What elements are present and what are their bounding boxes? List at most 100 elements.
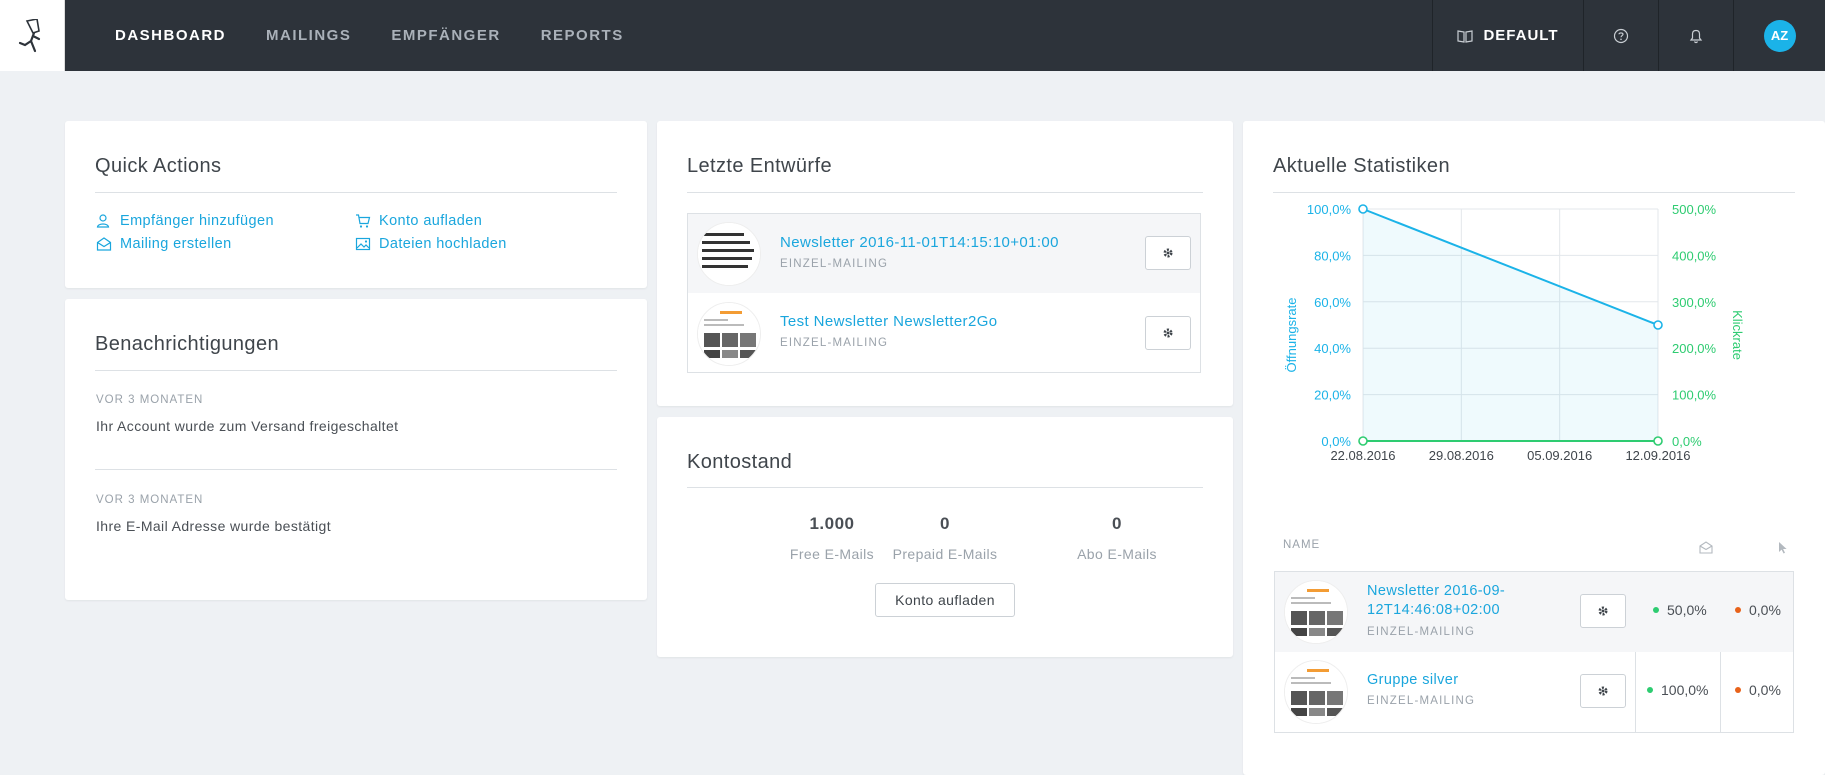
runner-logo-icon <box>18 18 41 52</box>
newsletter-thumbnail <box>697 302 761 366</box>
upload-files-link[interactable]: Dateien hochladen <box>355 236 507 252</box>
open-rate-value: 50,0% <box>1667 602 1707 618</box>
logo[interactable] <box>0 0 65 71</box>
divider <box>95 192 617 193</box>
newsletter-preview-icon <box>1285 661 1347 723</box>
data-point <box>1358 204 1368 214</box>
user-menu[interactable]: AZ <box>1733 0 1825 71</box>
data-point <box>1653 436 1663 446</box>
y-tick-label-left: 60,0% <box>1314 295 1351 310</box>
green-dot-icon <box>1653 607 1659 613</box>
gear-icon <box>1598 606 1608 616</box>
y-tick-label-left: 20,0% <box>1314 388 1351 403</box>
drafts-list: Newsletter 2016-11-01T14:15:10+01:00 EIN… <box>687 213 1201 373</box>
notifications-title: Benachrichtigungen <box>95 333 279 355</box>
workspace-label: DEFAULT <box>1483 27 1559 44</box>
abo-emails-value: 0 <box>1112 514 1122 533</box>
upload-files-label: Dateien hochladen <box>379 236 507 252</box>
nav-reports[interactable]: REPORTS <box>541 27 624 44</box>
quick-actions-title: Quick Actions <box>95 155 222 177</box>
y-axis-label-left: Öffnungsrate <box>1284 298 1299 373</box>
table-row[interactable]: Newsletter 2016-09-12T14:46:08+02:00 EIN… <box>1275 572 1793 652</box>
workspace-selector[interactable]: DEFAULT <box>1432 0 1583 71</box>
gear-icon <box>1598 686 1608 696</box>
green-dot-icon <box>1647 687 1653 693</box>
topup-button[interactable]: Konto aufladen <box>875 583 1015 617</box>
x-tick-label: 29.08.2016 <box>1429 448 1494 463</box>
mailing-type: EINZEL-MAILING <box>1367 695 1476 707</box>
envelope-open-icon <box>1699 541 1713 554</box>
nav-empfaenger[interactable]: EMPFÄNGER <box>391 27 500 44</box>
y-tick-label-left: 100,0% <box>1307 202 1352 217</box>
create-mailing-link[interactable]: Mailing erstellen <box>96 236 232 252</box>
x-tick-label: 22.08.2016 <box>1330 448 1395 463</box>
nav-right: DEFAULT AZ <box>1432 0 1825 71</box>
abo-emails-label: Abo E-Mails <box>1077 546 1157 562</box>
click-rate-value: 0,0% <box>1749 682 1781 698</box>
draft-title-link[interactable]: Newsletter 2016-11-01T14:15:10+01:00 <box>780 234 1059 251</box>
y-tick-label-right: 100,0% <box>1672 388 1717 403</box>
table-header-name: NAME <box>1283 539 1321 551</box>
nav-dashboard[interactable]: DASHBOARD <box>115 27 226 44</box>
click-rate: 0,0% <box>1735 602 1781 618</box>
x-tick-label: 05.09.2016 <box>1527 448 1592 463</box>
bell-icon <box>1689 29 1703 43</box>
user-add-icon <box>96 214 110 228</box>
gear-icon <box>1163 248 1173 258</box>
divider <box>95 370 617 371</box>
notifications-button[interactable] <box>1658 0 1733 71</box>
draft-settings-button[interactable] <box>1145 236 1191 270</box>
statistics-chart: 0,0% 20,0% 40,0% 60,0% 80,0% 100,0% 0,0% 100,0%… <box>1284 202 1745 463</box>
add-recipient-link[interactable]: Empfänger hinzufügen <box>96 213 274 229</box>
envelope-open-icon <box>96 237 112 251</box>
x-tick-label: 12.09.2016 <box>1625 448 1690 463</box>
avatar: AZ <box>1763 19 1796 52</box>
image-icon <box>355 237 371 251</box>
mailing-title-link[interactable]: Newsletter 2016-09-12T14:46:08+02:00 <box>1367 582 1567 620</box>
open-rate: 50,0% <box>1653 602 1707 618</box>
newsletter-preview-icon <box>698 303 760 365</box>
y-tick-label-left: 80,0% <box>1314 248 1351 263</box>
draft-type: EINZEL-MAILING <box>780 337 889 349</box>
mailing-settings-button[interactable] <box>1580 594 1626 628</box>
notification-time: VOR 3 MONATEN <box>96 494 204 506</box>
open-rate: 100,0% <box>1647 682 1708 698</box>
orange-dot-icon <box>1735 607 1741 613</box>
newsletter-thumbnail <box>1284 660 1348 724</box>
drafts-card: Letzte Entwürfe Newsletter 2016-11-01T14… <box>657 121 1233 406</box>
main-menu: DASHBOARD MAILINGS EMPFÄNGER REPORTS <box>115 0 624 71</box>
help-button[interactable] <box>1583 0 1658 71</box>
statistics-table: Newsletter 2016-09-12T14:46:08+02:00 EIN… <box>1274 571 1794 733</box>
y-tick-label-right: 400,0% <box>1672 248 1717 263</box>
open-rate-value: 100,0% <box>1661 682 1709 698</box>
quick-actions-card: Quick Actions Empfänger hinzufügen Maili… <box>65 121 647 288</box>
draft-title-link[interactable]: Test Newsletter Newsletter2Go <box>780 313 998 330</box>
y-tick-label-right: 0,0% <box>1672 434 1702 449</box>
y-tick-label-right: 500,0% <box>1672 202 1717 217</box>
prepaid-emails-value: 0 <box>940 514 950 533</box>
data-point <box>1358 436 1368 446</box>
list-item[interactable]: Newsletter 2016-11-01T14:15:10+01:00 EIN… <box>688 214 1200 293</box>
newsletter-thumbnail <box>697 222 761 286</box>
mailing-title-link[interactable]: Gruppe silver <box>1367 671 1458 690</box>
y-tick-label-left: 40,0% <box>1314 341 1351 356</box>
y-tick-label-left: 0,0% <box>1321 434 1351 449</box>
newsletter-thumbnail <box>1284 580 1348 644</box>
cart-icon <box>356 214 371 228</box>
drafts-title: Letzte Entwürfe <box>687 155 832 177</box>
draft-settings-button[interactable] <box>1145 316 1191 350</box>
nav-mailings[interactable]: MAILINGS <box>266 27 351 44</box>
cursor-icon <box>1779 542 1787 554</box>
notification-text: Ihr Account wurde zum Versand freigescha… <box>96 418 399 434</box>
divider <box>687 192 1203 193</box>
mailing-settings-button[interactable] <box>1580 674 1626 708</box>
list-item[interactable]: Test Newsletter Newsletter2Go EINZEL-MAI… <box>688 294 1200 373</box>
notification-text: Ihre E-Mail Adresse wurde bestätigt <box>96 518 331 534</box>
topup-link[interactable]: Konto aufladen <box>355 213 482 229</box>
table-row[interactable]: Gruppe silver EINZEL-MAILING 100,0% 0,0% <box>1275 652 1793 732</box>
newsletter-preview-icon <box>1285 581 1347 643</box>
divider <box>1273 192 1795 193</box>
notification-time: VOR 3 MONATEN <box>96 394 204 406</box>
y-tick-label-right: 200,0% <box>1672 341 1717 356</box>
prepaid-emails-label: Prepaid E-Mails <box>892 546 998 562</box>
